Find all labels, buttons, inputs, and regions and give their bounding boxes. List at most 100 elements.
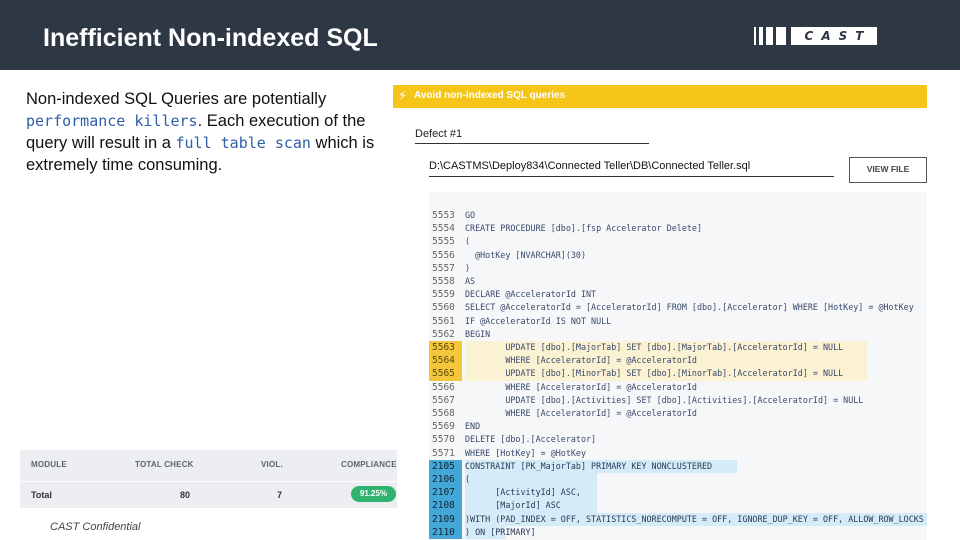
lightning-bolt-icon: ⚡︎ <box>398 88 408 103</box>
code-text: WHERE [AcceleratorId] = @AcceleratorId <box>465 381 697 392</box>
code-text: [ActivityId] ASC, <box>465 486 597 500</box>
column-header-compliance: COMPLIANCE <box>341 460 397 469</box>
code-line: 5564 WHERE [AcceleratorId] = @Accelerato… <box>429 354 927 368</box>
code-line: 5570 DELETE [dbo].[Accelerator] <box>429 433 927 446</box>
code-line: 5562 BEGIN <box>429 328 927 341</box>
line-number: 5555 <box>432 236 455 248</box>
logo-bar <box>776 27 786 45</box>
line-number: 5568 <box>432 408 455 419</box>
code-text: END <box>465 421 481 432</box>
line-number: 5562 <box>432 328 455 340</box>
code-line: 5565 UPDATE [dbo].[MinorTab] SET [dbo].[… <box>429 367 927 381</box>
cell-violations: 7 <box>277 490 283 500</box>
code-line: 2105 CONSTRAINT [PK_MajorTab] PRIMARY KEY… <box>429 459 927 473</box>
cast-logo: CAST <box>754 27 877 45</box>
code-line: 5567 UPDATE [dbo].[Activities] SET [dbo]… <box>429 394 927 407</box>
code-text: SELECT @AcceleratorId = [AcceleratorId] … <box>465 302 914 313</box>
code-line: 5569 END <box>429 420 927 433</box>
code-line: 5561 IF @AcceleratorId IS NOT NULL <box>429 315 927 328</box>
logo-box: CAST <box>791 27 877 45</box>
code-text: BEGIN <box>465 328 491 339</box>
line-number: 5561 <box>432 315 455 327</box>
line-number: 2106 <box>429 473 462 487</box>
compliance-badge: 91.25% <box>351 486 396 502</box>
line-number: 5559 <box>432 289 455 301</box>
compliance-summary-table: MODULE TOTAL CHECK VIOL. COMPLIANCE Tota… <box>20 450 397 508</box>
line-number: 5571 <box>432 447 455 459</box>
code-text: ) <box>465 262 471 273</box>
code-text: ( <box>465 236 471 247</box>
code-text: CONSTRAINT [PK_MajorTab] PRIMARY KEY NON… <box>465 459 737 473</box>
view-file-button[interactable]: VIEW FILE <box>849 157 927 183</box>
column-header-violations: VIOL. <box>261 460 283 469</box>
line-number: 5560 <box>432 302 455 314</box>
line-number: 2108 <box>429 499 462 513</box>
cell-total-check: 80 <box>180 490 191 500</box>
code-line: 5560 SELECT @AcceleratorId = [Accelerator… <box>429 301 927 314</box>
line-number: 5569 <box>432 421 455 433</box>
line-number: 2109 <box>429 512 462 526</box>
line-number: 2105 <box>429 459 462 473</box>
line-number: 5566 <box>432 381 455 393</box>
logo-bar <box>766 27 773 45</box>
code-text: UPDATE [dbo].[MinorTab] SET [dbo].[Minor… <box>465 367 867 381</box>
description-part: Non-indexed SQL Queries are potentially <box>26 90 327 108</box>
defect-underline <box>415 143 649 144</box>
code-text: @HotKey [NVARCHAR](30) <box>465 249 587 260</box>
line-number: 5567 <box>432 394 455 406</box>
code-text: GO <box>465 210 476 220</box>
line-number: 5564 <box>429 354 462 368</box>
line-number: 5554 <box>432 223 455 235</box>
inline-code-term: performance killers <box>26 112 198 130</box>
line-number: 5570 <box>432 434 455 446</box>
logo-text: CAST <box>804 29 872 43</box>
code-text: ( <box>465 473 597 487</box>
code-text: WHERE [AcceleratorId] = @AcceleratorId <box>465 408 697 418</box>
line-number: 5557 <box>432 262 455 274</box>
line-number: 2107 <box>429 486 462 500</box>
code-line: 2109)WITH (PAD_INDEX = OFF, STATISTICS_N… <box>429 512 927 526</box>
code-text: DELETE [dbo].[Accelerator] <box>465 434 597 445</box>
code-text: DECLARE @AcceleratorId INT <box>465 289 597 300</box>
column-header-total-check: TOTAL CHECK <box>135 460 194 469</box>
line-number: 5565 <box>429 367 462 381</box>
cell-module: Total <box>31 490 52 500</box>
line-number: 2110 <box>429 525 462 539</box>
defect-label: Defect #1 <box>415 128 463 140</box>
code-text: AS <box>465 276 476 286</box>
table-divider <box>20 481 397 482</box>
rule-title: Avoid non-indexed SQL queries <box>414 90 566 101</box>
code-line: 2107 [ActivityId] ASC, <box>429 486 927 500</box>
code-line: 2110) ON [PRIMARY] <box>429 525 927 539</box>
line-number: 5556 <box>432 249 455 261</box>
line-number: 5563 <box>429 341 462 355</box>
code-line: 5558 AS <box>429 275 927 288</box>
file-path: D:\CASTMS\Deploy834\Connected Teller\DB\… <box>429 160 751 172</box>
logo-bar <box>754 27 756 45</box>
slide-header: Inefficient Non-indexed SQL CAST <box>0 0 960 70</box>
rule-banner: ⚡︎ Avoid non-indexed SQL queries <box>393 85 927 108</box>
code-text: [MajorId] ASC <box>465 499 597 513</box>
code-line: 5555 ( <box>429 235 927 248</box>
code-line: 5553 GO <box>429 209 927 222</box>
logo-bar <box>759 27 763 45</box>
line-number: 5553 <box>432 210 455 221</box>
code-text: ) ON [PRIMARY] <box>465 525 536 539</box>
code-line: 5563 UPDATE [dbo].[MajorTab] SET [dbo].[… <box>429 341 927 355</box>
code-line: 5554 CREATE PROCEDURE [dbo].[fsp Accelera… <box>429 222 927 235</box>
code-line: 5557) <box>429 262 927 275</box>
inline-code-term: full table scan <box>175 134 311 152</box>
code-text: UPDATE [dbo].[MajorTab] SET [dbo].[Major… <box>465 341 867 355</box>
column-header-module: MODULE <box>31 460 67 469</box>
code-text: )WITH (PAD_INDEX = OFF, STATISTICS_NOREC… <box>465 512 927 526</box>
code-text: IF @AcceleratorId IS NOT NULL <box>465 315 612 326</box>
code-text: CREATE PROCEDURE [dbo].[fsp Accelerator … <box>465 223 702 234</box>
confidential-footer: CAST Confidential <box>50 521 141 533</box>
slide-title: Inefficient Non-indexed SQL <box>43 24 378 52</box>
code-text: WHERE [AcceleratorId] = @AcceleratorId <box>465 354 867 368</box>
code-text: UPDATE [dbo].[Activities] SET [dbo].[Act… <box>465 394 864 405</box>
code-line: 2108 [MajorId] ASC <box>429 499 927 513</box>
code-viewer: 5553 GO 5554 CREATE PROCEDURE [dbo].[fsp Ac… <box>429 192 927 540</box>
file-path-underline <box>429 176 834 177</box>
code-line: 5556 @HotKey [NVARCHAR](30) <box>429 249 927 262</box>
